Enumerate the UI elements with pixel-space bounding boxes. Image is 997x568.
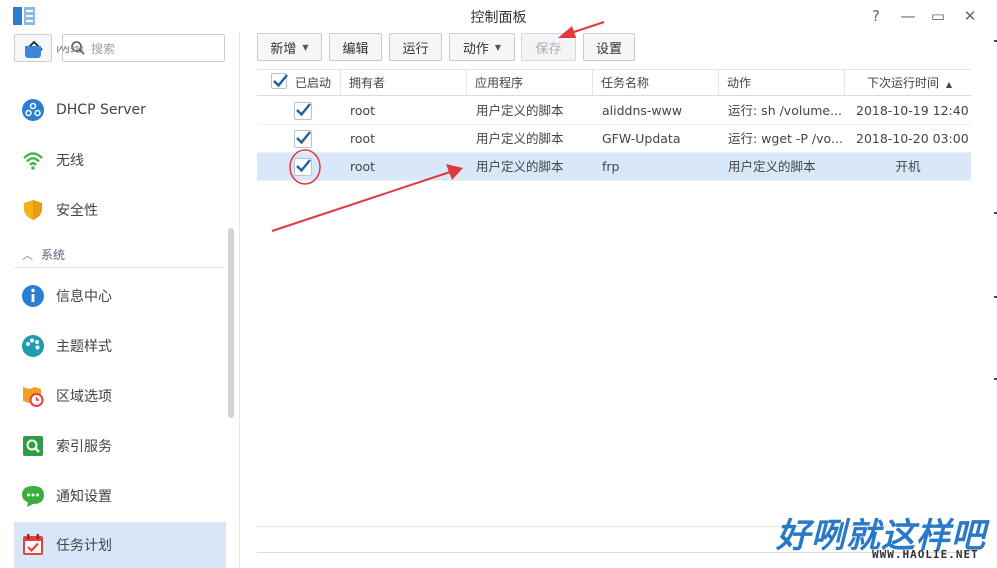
- cell-task-name: frp: [602, 159, 620, 174]
- save-button-label: 保存: [535, 41, 562, 57]
- cell-owner: root: [350, 159, 376, 174]
- run-button[interactable]: 运行: [389, 33, 442, 61]
- table-row[interactable]: root 用户定义的脚本 aliddns-www 运行: sh /volume.…: [257, 97, 971, 125]
- sidebar-item-label: 通知设置: [56, 489, 112, 505]
- window-title: 控制面板: [470, 10, 527, 26]
- header-checkbox[interactable]: [271, 73, 288, 89]
- sidebar-item-label: 索引服务: [56, 439, 112, 455]
- sidebar-item-notification[interactable]: 通知设置: [14, 474, 226, 518]
- sidebar-item-dhcp[interactable]: DHCP Server: [14, 88, 226, 132]
- header-label: 应用程序: [475, 76, 524, 90]
- sidebar-item-theme[interactable]: 主题样式: [14, 324, 226, 368]
- maximize-button[interactable]: ▭: [926, 5, 950, 27]
- header-label: 已启动: [295, 76, 332, 90]
- index-search-icon: [20, 433, 46, 459]
- check-icon: [296, 103, 311, 117]
- sidebar-item-network[interactable]: 网络: [14, 46, 226, 76]
- sidebar-item-label: 区域选项: [56, 389, 112, 405]
- sidebar-item-indexing[interactable]: 索引服务: [14, 424, 226, 468]
- sidebar-item-label: 网络: [56, 46, 84, 56]
- region-clock-icon: [20, 383, 46, 409]
- cell-task-name: aliddns-www: [602, 103, 683, 118]
- header-label: 下次运行时间: [867, 76, 940, 90]
- edit-button[interactable]: 编辑: [329, 33, 382, 61]
- section-label: 系统: [41, 248, 66, 262]
- sidebar-item-label: 主题样式: [56, 339, 112, 355]
- new-button[interactable]: 新增 ▼: [257, 33, 322, 61]
- sidebar-item-wireless[interactable]: 无线: [14, 138, 226, 182]
- header-label: 动作: [727, 76, 752, 90]
- cell-application: 用户定义的脚本: [476, 103, 564, 118]
- sidebar-item-info-center[interactable]: 信息中心: [14, 274, 226, 318]
- header-application[interactable]: 应用程序: [467, 70, 593, 96]
- title-bar: 控制面板 ? — ▭ ✕: [0, 0, 997, 32]
- enabled-checkbox[interactable]: [294, 158, 312, 176]
- action-button-label: 动作: [462, 41, 489, 57]
- watermark-url: WWW.HAOLIE.NET: [872, 548, 979, 561]
- sidebar-section-system[interactable]: ︿ 系统: [14, 242, 226, 268]
- save-button[interactable]: 保存: [521, 33, 576, 61]
- settings-button[interactable]: 设置: [583, 33, 635, 61]
- header-label: 拥有者: [349, 76, 386, 90]
- sidebar-item-label: DHCP Server: [56, 102, 146, 118]
- header-action[interactable]: 动作: [719, 70, 845, 96]
- wifi-icon: [20, 147, 46, 173]
- palette-icon: [20, 333, 46, 359]
- close-button[interactable]: ✕: [958, 5, 982, 27]
- header-enabled[interactable]: 已启动: [257, 70, 341, 96]
- sidebar-scrollbar[interactable]: [228, 228, 234, 418]
- chevron-up-icon: ︿: [22, 248, 33, 262]
- sort-ascending-icon: ▲: [945, 80, 952, 89]
- cell-action: 运行: wget -P /vo...: [728, 131, 843, 146]
- calendar-check-icon: [20, 532, 46, 558]
- sidebar-item-security[interactable]: 安全性: [14, 188, 226, 232]
- caret-down-icon: ▼: [302, 42, 309, 52]
- cell-application: 用户定义的脚本: [476, 131, 564, 146]
- sidebar-item-label: 无线: [56, 153, 84, 169]
- cell-next-run: 2018-10-20 03:00: [856, 131, 969, 146]
- cell-owner: root: [350, 103, 376, 118]
- sidebar-item-task-scheduler[interactable]: 任务计划: [14, 522, 226, 568]
- minimize-button[interactable]: —: [896, 5, 920, 27]
- watermark: 好咧就这样吧 WWW.HAOLIE.NET: [772, 508, 994, 566]
- new-button-label: 新增: [270, 41, 297, 57]
- cell-action: 运行: sh /volume...: [728, 103, 843, 118]
- info-icon: [20, 283, 46, 309]
- cell-next-run: 2018-10-19 12:40: [856, 103, 969, 118]
- enabled-checkbox[interactable]: [294, 102, 312, 120]
- action-button[interactable]: 动作 ▼: [449, 33, 515, 61]
- dhcp-icon: [20, 97, 46, 123]
- header-next-run[interactable]: 下次运行时间 ▲: [845, 70, 971, 96]
- sidebar: 网络 DHCP Server 无线: [0, 32, 240, 568]
- check-icon: [296, 131, 311, 145]
- caret-down-icon: ▼: [494, 42, 502, 52]
- chat-bubble-icon: [20, 483, 46, 509]
- cell-next-run: 开机: [895, 159, 921, 174]
- enabled-checkbox[interactable]: [294, 130, 312, 148]
- check-icon: [296, 159, 311, 173]
- edit-button-label: 编辑: [342, 41, 369, 57]
- settings-button-label: 设置: [595, 41, 622, 57]
- run-button-label: 运行: [402, 41, 429, 57]
- sidebar-item-region[interactable]: 区域选项: [14, 374, 226, 418]
- table-header: 已启动 拥有者 应用程序 任务名称 动作 下次运行时间 ▲: [257, 69, 971, 96]
- header-owner[interactable]: 拥有者: [341, 70, 467, 96]
- header-label: 任务名称: [601, 76, 650, 90]
- help-button[interactable]: ?: [864, 5, 888, 27]
- cell-application: 用户定义的脚本: [476, 159, 564, 174]
- cell-task-name: GFW-Updata: [602, 131, 681, 146]
- cell-action: 用户定义的脚本: [728, 159, 816, 174]
- sidebar-item-label: 任务计划: [56, 538, 112, 554]
- table-row[interactable]: root 用户定义的脚本 frp 用户定义的脚本 开机: [257, 153, 971, 181]
- check-icon: [273, 74, 288, 88]
- shield-icon: [20, 197, 46, 223]
- sidebar-item-label: 信息中心: [56, 289, 112, 305]
- cell-owner: root: [350, 131, 376, 146]
- table-row[interactable]: root 用户定义的脚本 GFW-Updata 运行: wget -P /vo.…: [257, 125, 971, 153]
- header-task-name[interactable]: 任务名称: [593, 70, 719, 96]
- network-icon: [20, 46, 46, 63]
- sidebar-item-label: 安全性: [56, 203, 98, 219]
